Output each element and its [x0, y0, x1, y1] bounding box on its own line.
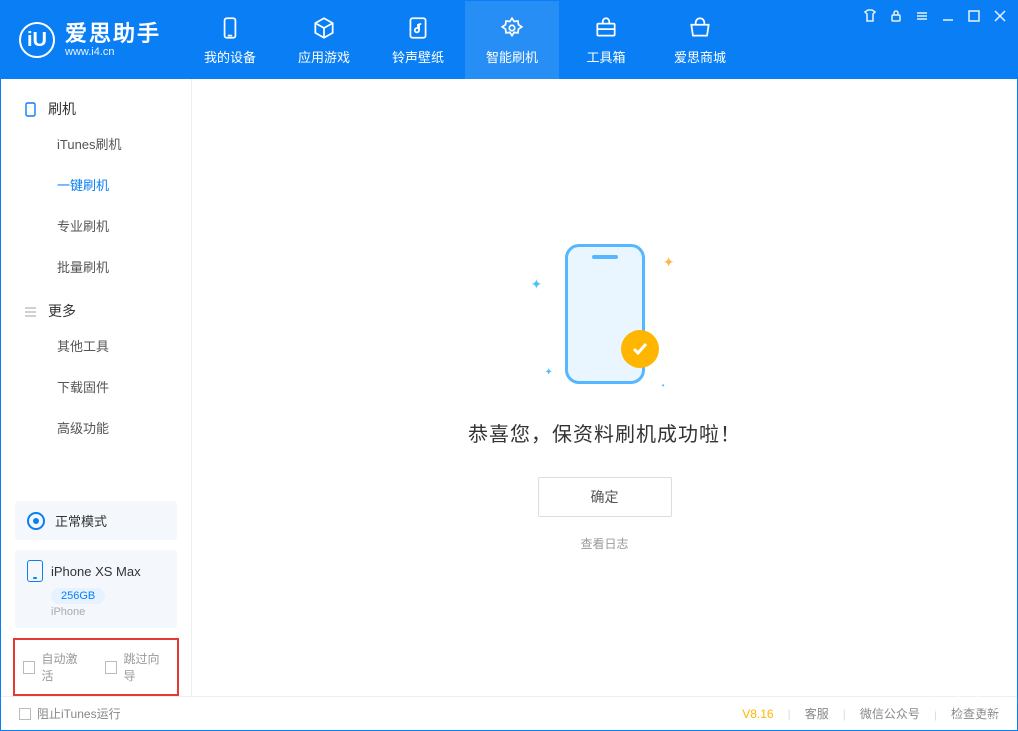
status-dot-icon: [27, 512, 45, 530]
tab-toolbox[interactable]: 工具箱: [559, 1, 653, 79]
checkbox-label: 阻止iTunes运行: [37, 705, 121, 722]
brand-logo-icon: iU: [19, 22, 55, 58]
tab-label: 铃声壁纸: [392, 47, 444, 66]
header: iU 爱思助手 www.i4.cn 我的设备 应用游戏 铃声壁纸 智能刷机: [1, 1, 1017, 79]
tab-smart-flash[interactable]: 智能刷机: [465, 1, 559, 79]
menu-group-title: 刷机: [48, 99, 76, 119]
status-label: 正常模式: [55, 511, 107, 530]
tab-ringtone-wallpaper[interactable]: 铃声壁纸: [371, 1, 465, 79]
lock-icon[interactable]: [889, 9, 903, 23]
tshirt-icon[interactable]: [863, 9, 877, 23]
window-controls: [863, 9, 1007, 23]
tab-label: 工具箱: [587, 47, 626, 66]
gear-icon: [499, 15, 525, 41]
phone-icon: [23, 102, 38, 117]
device-block[interactable]: iPhone XS Max 256GB iPhone: [15, 550, 177, 628]
brand-block: iU 爱思助手 www.i4.cn: [1, 1, 183, 79]
status-block[interactable]: 正常模式: [15, 501, 177, 540]
footer-link-wechat[interactable]: 微信公众号: [860, 705, 920, 722]
sidebar-menu: 刷机 iTunes刷机 一键刷机 专业刷机 批量刷机 更多 其他工具 下载固件 …: [1, 79, 191, 501]
music-icon: [405, 15, 431, 41]
sidebar-item-other-tools[interactable]: 其他工具: [1, 325, 191, 366]
success-check-icon: [621, 330, 659, 368]
sidebar-item-batch-flash[interactable]: 批量刷机: [1, 246, 191, 287]
tab-label: 应用游戏: [298, 47, 350, 66]
minimize-icon[interactable]: [941, 9, 955, 23]
checkbox-skip-guide[interactable]: 跳过向导: [105, 650, 169, 684]
toolbox-icon: [593, 15, 619, 41]
device-type: iPhone: [51, 606, 165, 618]
cube-icon: [311, 15, 337, 41]
checkbox-box-icon: [19, 708, 31, 720]
sidebar-item-oneclick-flash[interactable]: 一键刷机: [1, 164, 191, 205]
checkbox-box-icon: [23, 661, 35, 674]
device-name: iPhone XS Max: [51, 564, 141, 579]
checkbox-box-icon: [105, 661, 117, 674]
success-message: 恭喜您，保资料刷机成功啦！: [468, 418, 741, 447]
device-icon: [217, 15, 243, 41]
body: 刷机 iTunes刷机 一键刷机 专业刷机 批量刷机 更多 其他工具 下载固件 …: [1, 79, 1017, 696]
brand-subtitle: www.i4.cn: [65, 46, 161, 58]
success-illustration: ✦ ✦ ✦ •: [515, 224, 695, 404]
sidebar-item-advanced[interactable]: 高级功能: [1, 407, 191, 448]
menu-group-title: 更多: [48, 301, 76, 321]
sparkle-icon: ✦: [545, 367, 553, 378]
device-phone-icon: [27, 560, 43, 582]
tab-store[interactable]: 爱思商城: [653, 1, 747, 79]
footer-link-support[interactable]: 客服: [805, 705, 829, 722]
sidebar-item-pro-flash[interactable]: 专业刷机: [1, 205, 191, 246]
menu-group-more: 更多: [1, 287, 191, 325]
view-log-link[interactable]: 查看日志: [580, 535, 628, 552]
footer: 阻止iTunes运行 V8.16 | 客服 | 微信公众号 | 检查更新: [1, 696, 1017, 730]
list-icon: [23, 304, 38, 319]
menu-icon[interactable]: [915, 9, 929, 23]
version-label: V8.16: [742, 707, 773, 721]
tab-apps-games[interactable]: 应用游戏: [277, 1, 371, 79]
checkbox-block-itunes[interactable]: 阻止iTunes运行: [19, 705, 121, 722]
app-window: iU 爱思助手 www.i4.cn 我的设备 应用游戏 铃声壁纸 智能刷机: [0, 0, 1018, 731]
sidebar-item-itunes-flash[interactable]: iTunes刷机: [1, 123, 191, 164]
highlighted-options-row: 自动激活 跳过向导: [13, 638, 179, 696]
maximize-icon[interactable]: [967, 9, 981, 23]
close-icon[interactable]: [993, 9, 1007, 23]
main-content: ✦ ✦ ✦ • 恭喜您，保资料刷机成功啦！ 确定 查看日志: [191, 79, 1017, 696]
sidebar-item-download-firmware[interactable]: 下载固件: [1, 366, 191, 407]
sidebar: 刷机 iTunes刷机 一键刷机 专业刷机 批量刷机 更多 其他工具 下载固件 …: [1, 79, 191, 696]
sparkle-icon: •: [662, 381, 665, 390]
store-icon: [687, 15, 713, 41]
checkbox-label: 自动激活: [41, 650, 87, 684]
tab-label: 我的设备: [204, 47, 256, 66]
tab-label: 智能刷机: [486, 47, 538, 66]
brand-title: 爱思助手: [65, 22, 161, 46]
tab-label: 爱思商城: [674, 47, 726, 66]
tab-my-device[interactable]: 我的设备: [183, 1, 277, 79]
ok-button[interactable]: 确定: [538, 477, 672, 517]
menu-group-flash: 刷机: [1, 85, 191, 123]
checkbox-auto-activate[interactable]: 自动激活: [23, 650, 87, 684]
sparkle-icon: ✦: [531, 276, 543, 293]
main-tabs: 我的设备 应用游戏 铃声壁纸 智能刷机 工具箱 爱思商城: [183, 1, 747, 79]
checkbox-label: 跳过向导: [123, 650, 169, 684]
sparkle-icon: ✦: [663, 254, 675, 271]
device-storage-badge: 256GB: [51, 588, 105, 604]
